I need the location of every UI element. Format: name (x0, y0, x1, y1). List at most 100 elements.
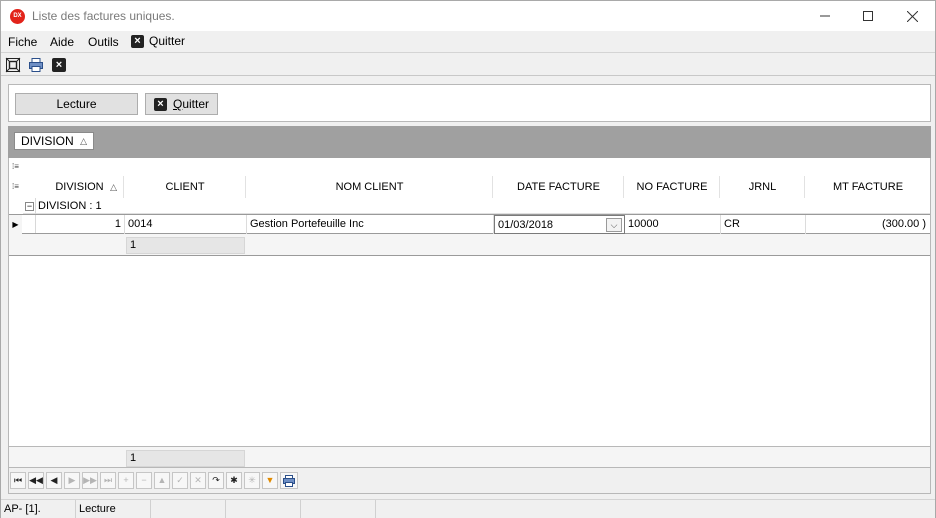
status-bar: AP- [1]. Lecture (1, 499, 935, 518)
printer-icon (29, 58, 43, 72)
close-box-icon: × (153, 97, 167, 111)
grid-footer-summary: 1 (8, 446, 931, 468)
group-row-label: DIVISION : 1 (38, 200, 102, 212)
nav-delete-button[interactable]: − (136, 472, 152, 489)
close-icon (907, 10, 918, 22)
footer-summary-count: 1 (126, 450, 245, 467)
nav-print-button[interactable] (280, 472, 298, 489)
printer-icon (283, 475, 295, 487)
col-header-jrnl[interactable]: JRNL (721, 176, 805, 198)
row-pointer-icon: ▶ (9, 215, 22, 234)
nav-first-button[interactable]: ⏮ (10, 472, 26, 489)
menu-quitter[interactable]: × Quitter (131, 34, 185, 48)
col-header-client[interactable]: CLIENT (125, 176, 246, 198)
nav-insert-button[interactable]: + (118, 472, 134, 489)
nav-prev-page-button[interactable]: ◀◀ (28, 472, 44, 489)
quitter-label: uitter (182, 97, 210, 111)
cancel-icon: ✕ (194, 475, 202, 485)
bookmark-icon: ✱ (230, 475, 238, 485)
plus-icon: + (123, 475, 129, 485)
menu-fiche[interactable]: Fiche (8, 35, 37, 49)
prev-record-icon: ◀ (50, 475, 58, 485)
quitter-accel: Q (172, 97, 183, 111)
table-row[interactable]: ▶ 1 0014 Gestion Portefeuille Inc 01/03/… (9, 214, 930, 234)
nav-filter-button[interactable]: ▼ (262, 472, 278, 489)
sort-asc-icon: △ (80, 136, 87, 146)
close-box-icon: × (131, 34, 144, 48)
invoice-grid: ⁞≡ ⁞≡ DIVISION △ CLIENT NOM CLIENT DATE … (8, 158, 931, 446)
menu-aide[interactable]: Aide (50, 35, 74, 49)
prev-page-icon: ◀◀ (29, 475, 43, 485)
col-header-mt-facture[interactable]: MT FACTURE (806, 176, 930, 198)
status-mode: Lecture (76, 500, 151, 518)
first-record-icon: ⏮ (13, 475, 23, 485)
toolbar-close-button[interactable]: × (52, 57, 68, 73)
lecture-button[interactable]: Lecture (15, 93, 138, 115)
title-bar: DX Liste des factures uniques. (1, 1, 935, 31)
col-header-no-facture[interactable]: NO FACTURE (625, 176, 720, 198)
fit-window-icon (5, 57, 21, 73)
window-title: Liste des factures uniques. (32, 9, 175, 23)
group-by-panel: DIVISION △ (8, 126, 931, 158)
grid-navigator: ⏮ ◀◀ ◀ ▶ ▶▶ ⏭ + − ▲ ✓ ✕ ↷ ✱ ✳ ▼ (8, 468, 931, 494)
minimize-button[interactable] (802, 1, 847, 31)
maximize-button[interactable] (845, 1, 890, 31)
status-module: AP- [1]. (1, 500, 76, 518)
minus-icon: − (141, 475, 147, 485)
refresh-icon: ↷ (212, 475, 220, 485)
grid-header: DIVISION △ CLIENT NOM CLIENT DATE FACTUR… (9, 176, 930, 198)
app-logo-icon: DX (10, 9, 25, 24)
edit-icon: ▲ (157, 475, 167, 485)
nav-refresh-button[interactable]: ↷ (208, 472, 224, 489)
cell-jrnl[interactable]: CR (721, 215, 806, 234)
nav-edit-button[interactable]: ▲ (154, 472, 170, 489)
cell-no-facture[interactable]: 10000 (625, 215, 721, 234)
cell-date-facture[interactable]: 01/03/2018 ⌵ (494, 215, 625, 234)
nav-prev-button[interactable]: ◀ (46, 472, 62, 489)
group-chip-division[interactable]: DIVISION △ (14, 132, 94, 150)
toolbar: × (1, 54, 935, 76)
filter-icon: ▼ (265, 475, 275, 485)
col-header-date-facture[interactable]: DATE FACTURE (494, 176, 624, 198)
group-chip-label: DIVISION (21, 134, 74, 148)
next-page-icon: ▶▶ (83, 475, 97, 485)
group-row-division[interactable]: − DIVISION : 1 (23, 198, 930, 214)
nav-post-button[interactable]: ✓ (172, 472, 188, 489)
nav-goto-bookmark-button[interactable]: ✳ (244, 472, 260, 489)
menu-quitter-label: Quitter (149, 34, 186, 48)
next-record-icon: ▶ (68, 475, 76, 485)
check-icon: ✓ (176, 475, 184, 485)
close-window-button[interactable] (890, 1, 935, 31)
cell-client[interactable]: 0014 (125, 215, 247, 234)
print-button[interactable] (28, 57, 44, 73)
chevron-down-icon[interactable]: ⌵ (606, 218, 622, 232)
nav-next-page-button[interactable]: ▶▶ (82, 472, 98, 489)
maximize-icon (862, 11, 873, 21)
last-record-icon: ⏭ (103, 475, 113, 485)
minimize-icon (819, 15, 830, 17)
group-summary-count: 1 (126, 237, 245, 254)
main-window: DX Liste des factures uniques. Fiche Aid… (0, 0, 936, 518)
nav-cancel-button[interactable]: ✕ (190, 472, 206, 489)
cell-nom-client[interactable]: Gestion Portefeuille Inc (247, 215, 494, 234)
col-header-division[interactable]: DIVISION △ (36, 176, 124, 198)
nav-next-button[interactable]: ▶ (64, 472, 80, 489)
group-summary-row: 1 (9, 234, 930, 256)
sort-asc-icon: △ (110, 182, 117, 192)
col-header-nom-client[interactable]: NOM CLIENT (247, 176, 493, 198)
cell-division[interactable]: 1 (36, 215, 125, 234)
status-panel-4 (226, 500, 301, 518)
menu-bar: Fiche Aide Outils × Quitter (1, 31, 935, 53)
menu-outils[interactable]: Outils (88, 35, 119, 49)
goto-bookmark-icon: ✳ (248, 475, 256, 485)
status-panel-5 (301, 500, 376, 518)
status-panel-3 (151, 500, 226, 518)
nav-bookmark-button[interactable]: ✱ (226, 472, 242, 489)
quitter-button[interactable]: × Quitter (145, 93, 218, 115)
band-indicator-icon[interactable]: ⁞≡ (9, 162, 22, 171)
close-box-icon: × (52, 58, 66, 72)
fit-window-button[interactable] (5, 57, 21, 73)
action-panel: Lecture × Quitter (8, 84, 931, 122)
nav-last-button[interactable]: ⏭ (100, 472, 116, 489)
cell-mt-facture[interactable]: (300.00 ) (806, 215, 930, 234)
